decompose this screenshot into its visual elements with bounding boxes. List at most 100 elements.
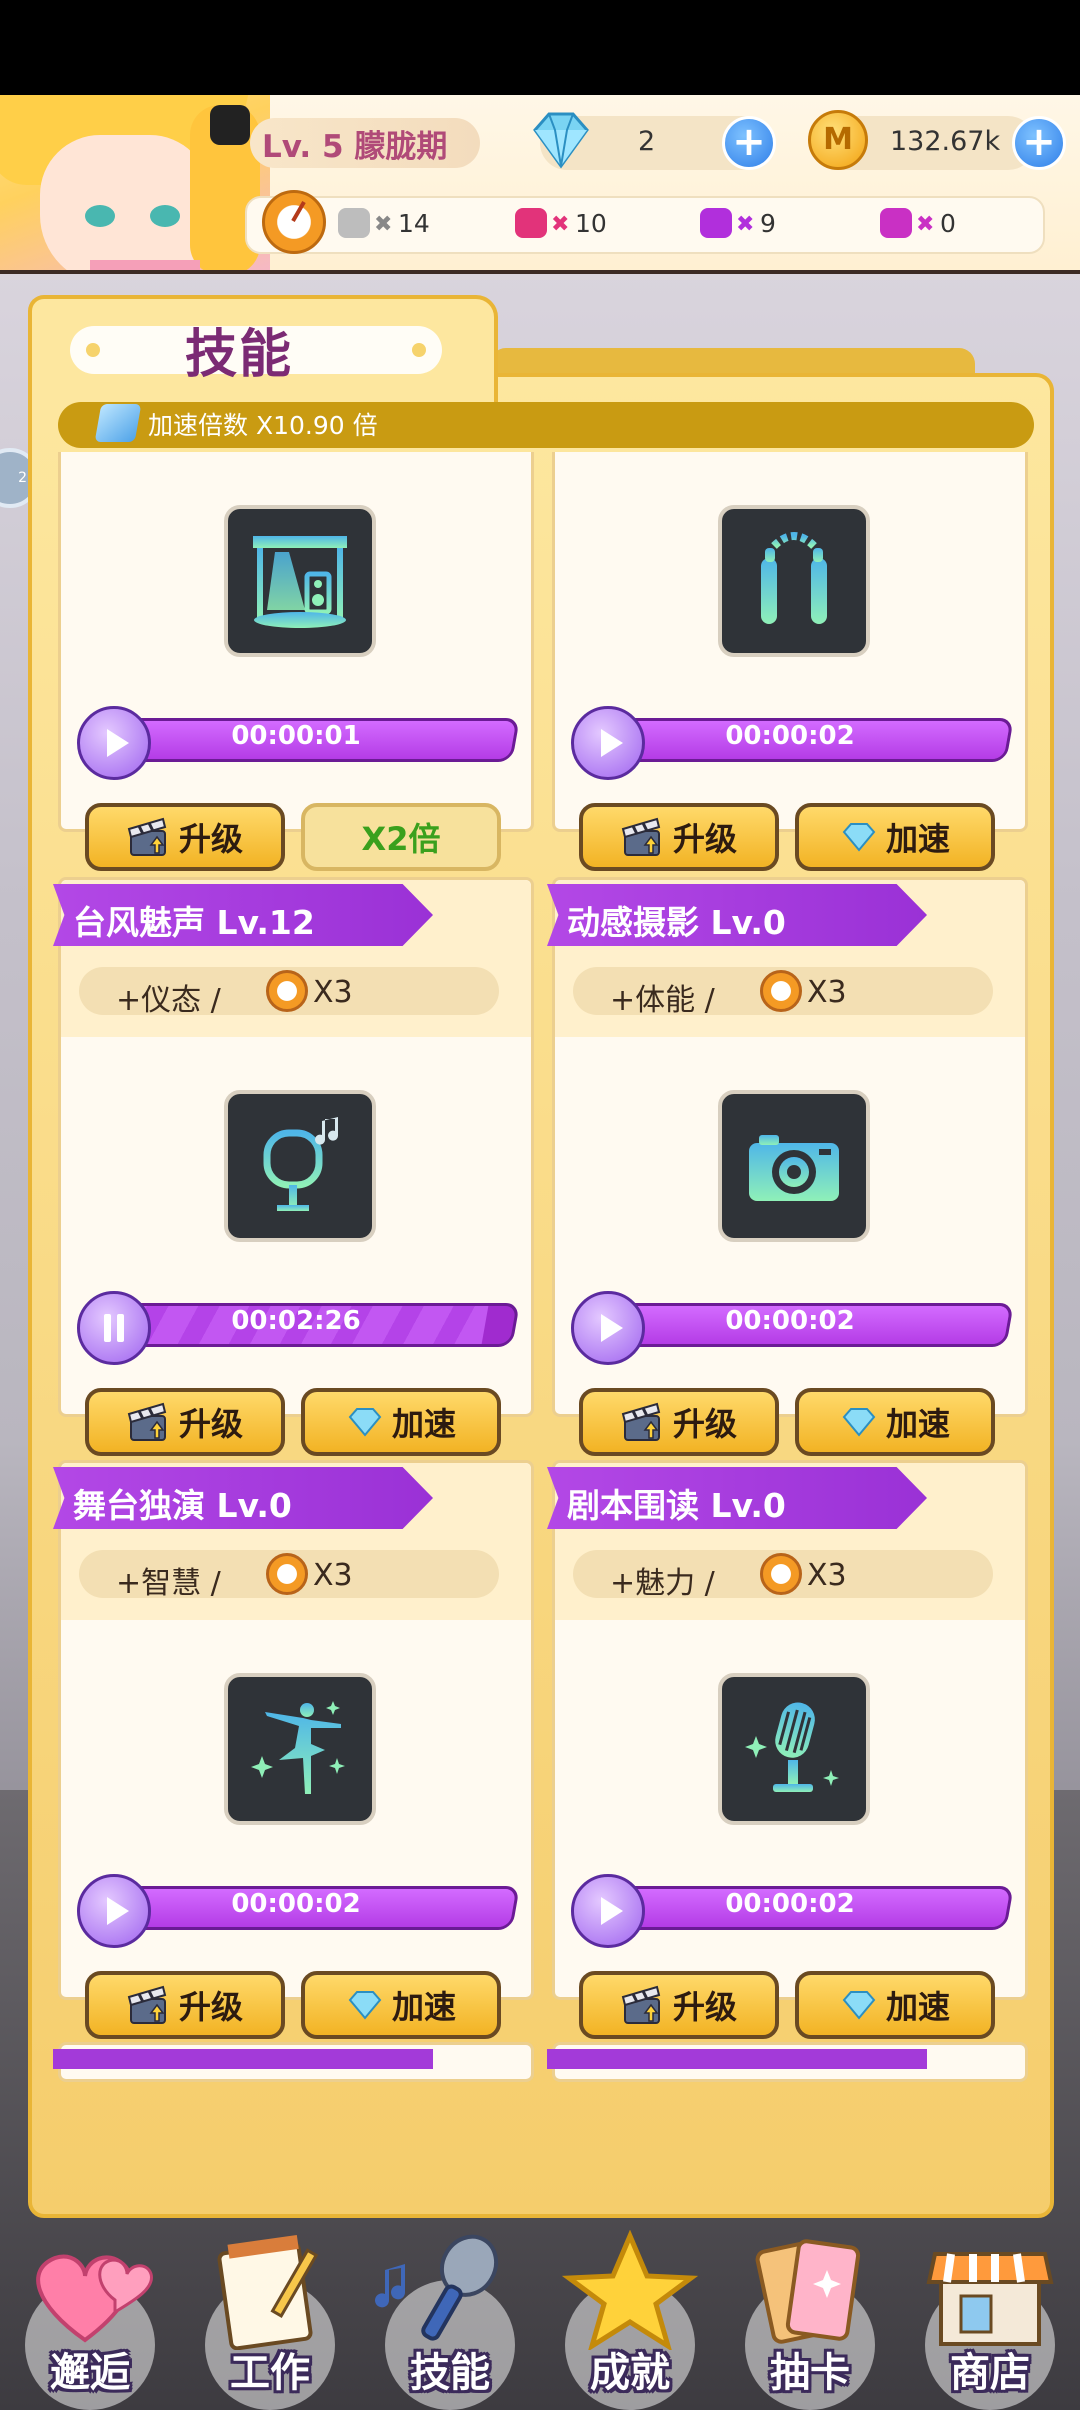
skill-name-ribbon: 动感摄影 Lv.0 — [547, 884, 927, 946]
skill-icon-box — [718, 1090, 870, 1242]
speed-up-button[interactable]: 加速 — [795, 1971, 995, 2039]
skill-name-ribbon: 台风魅声 Lv.12 — [53, 884, 433, 946]
gem-count: 2 — [638, 126, 656, 157]
skill-name: 动感摄影 Lv.0 — [567, 903, 786, 942]
skill-card: 剧本围读 Lv.0 +魅力 / X3 00:00:02 升级 加速 — [547, 1460, 1028, 2039]
skill-name-ribbon: 剧本围读 Lv.0 — [547, 1467, 927, 1529]
right-button-label: 加速 — [391, 1988, 456, 2026]
speed-up-button[interactable]: 加速 — [301, 1388, 501, 1456]
gray-gem-icon — [338, 208, 370, 238]
nav-item-5[interactable]: 商店 — [900, 2240, 1080, 2410]
skill-card-partial — [547, 2042, 1028, 2082]
purple-gem-icon — [700, 208, 732, 238]
clapper-icon — [621, 817, 661, 856]
skill-card: 舞台独演 Lv.0 +智慧 / X3 00:00:02 升级 加速 — [53, 1460, 534, 2039]
play-icon — [601, 729, 623, 757]
coin-icon: M — [808, 110, 868, 170]
play-icon — [107, 1897, 129, 1925]
speed-up-button[interactable]: 加速 — [795, 1388, 995, 1456]
stopwatch-icon — [760, 1553, 802, 1595]
play-button[interactable] — [571, 1874, 645, 1948]
multiply-sign: ✖ — [374, 212, 393, 237]
play-icon — [601, 1897, 623, 1925]
stopwatch-icon — [266, 970, 308, 1012]
pause-icon — [104, 1314, 124, 1342]
speed-up-button[interactable]: 加速 — [795, 803, 995, 871]
skill-attribute: +体能 / — [610, 983, 715, 1018]
nav-label: 技能 — [410, 2350, 490, 2396]
play-button[interactable] — [571, 706, 645, 780]
skill-name-ribbon: 舞台独演 Lv.0 — [53, 1467, 433, 1529]
upgrade-label: 升级 — [178, 820, 243, 858]
nav-item-1[interactable]: 工作 — [180, 2234, 360, 2410]
resource-count: 0 — [940, 209, 956, 238]
diamond-icon — [842, 1408, 876, 1437]
dancer-icon — [228, 1677, 372, 1821]
stopwatch-icon — [266, 1553, 308, 1595]
right-button-label: 加速 — [391, 1405, 456, 1443]
nav-label: 邂逅 — [50, 2350, 130, 2396]
upgrade-button[interactable]: 升级 — [85, 1971, 285, 2039]
skill-icon-box — [224, 1090, 376, 1242]
play-button[interactable] — [77, 1874, 151, 1948]
nav-label: 抽卡 — [770, 2350, 850, 2396]
multiply-sign: ✖ — [916, 212, 935, 237]
upgrade-label: 升级 — [672, 1988, 737, 2026]
diamond-icon — [533, 112, 589, 169]
skill-card-partial — [53, 2042, 534, 2082]
level-label: Lv. 5 朦胧期 — [262, 129, 448, 165]
upgrade-button[interactable]: 升级 — [579, 803, 779, 871]
microphone-icon — [375, 2230, 525, 2354]
stopwatch-icon — [760, 970, 802, 1012]
magenta-gem-icon — [880, 208, 912, 238]
add-gems-button[interactable]: + — [722, 116, 776, 170]
cards-icon — [735, 2230, 885, 2354]
stopwatch-icon[interactable] — [262, 190, 326, 254]
clapper-icon — [621, 1402, 661, 1441]
add-coins-button[interactable]: + — [1012, 116, 1066, 170]
right-button-label: X2倍 — [361, 820, 441, 858]
resource-count: 14 — [398, 209, 430, 238]
nav-item-2[interactable]: 技能 — [360, 2234, 540, 2410]
skill-multiplier: X3 — [807, 1558, 847, 1593]
skill-card: +名声 / X3 00:00:02 升级 加速 — [552, 452, 1028, 871]
star-icon — [555, 2229, 705, 2354]
upgrade-button[interactable]: 升级 — [85, 1388, 285, 1456]
panel-title: 技能 — [185, 325, 294, 385]
nav-item-0[interactable]: 邂逅 — [0, 2240, 180, 2410]
upgrade-label: 升级 — [672, 1405, 737, 1443]
avatar[interactable] — [0, 95, 270, 270]
skill-icon-box — [718, 1673, 870, 1825]
speed-up-button[interactable]: 加速 — [301, 1971, 501, 2039]
upgrade-label: 升级 — [178, 1988, 243, 2026]
coin-count: 132.67k — [890, 126, 1001, 157]
nunchaku-icon — [722, 509, 866, 653]
nav-item-4[interactable]: 抽卡 — [720, 2239, 900, 2410]
microphone-music-icon — [228, 1094, 372, 1238]
clapper-icon — [127, 1402, 167, 1441]
pause-button[interactable] — [77, 1291, 151, 1365]
play-button[interactable] — [571, 1291, 645, 1365]
nav-label: 工作 — [230, 2350, 310, 2396]
skill-icon-box — [718, 505, 870, 657]
play-icon — [107, 729, 129, 757]
skill-card: +演技 / X3 00:00:01 升级 X2倍 — [58, 452, 534, 871]
upgrade-button[interactable]: 升级 — [579, 1971, 779, 2039]
resource-count: 9 — [760, 209, 776, 238]
skill-multiplier: X3 — [313, 1558, 353, 1593]
skill-attribute: +智慧 / — [116, 1566, 221, 1601]
upgrade-button[interactable]: 升级 — [579, 1388, 779, 1456]
upgrade-button[interactable]: 升级 — [85, 803, 285, 871]
nav-item-3[interactable]: 成就 — [540, 2229, 720, 2410]
retro-mic-icon — [722, 1677, 866, 1821]
camera-icon — [722, 1094, 866, 1238]
skill-name: 舞台独演 Lv.0 — [73, 1486, 292, 1525]
nav-label: 商店 — [950, 2350, 1030, 2396]
skill-icon-box — [224, 505, 376, 657]
status-bar — [0, 0, 1080, 95]
skill-name: 剧本围读 Lv.0 — [567, 1486, 786, 1525]
play-button[interactable] — [77, 706, 151, 780]
skill-multiplier: X3 — [807, 975, 847, 1010]
double-reward-button[interactable]: X2倍 — [301, 803, 501, 871]
skills-list[interactable]: +演技 / X3 00:00:01 升级 X2倍 — [46, 452, 1036, 2152]
